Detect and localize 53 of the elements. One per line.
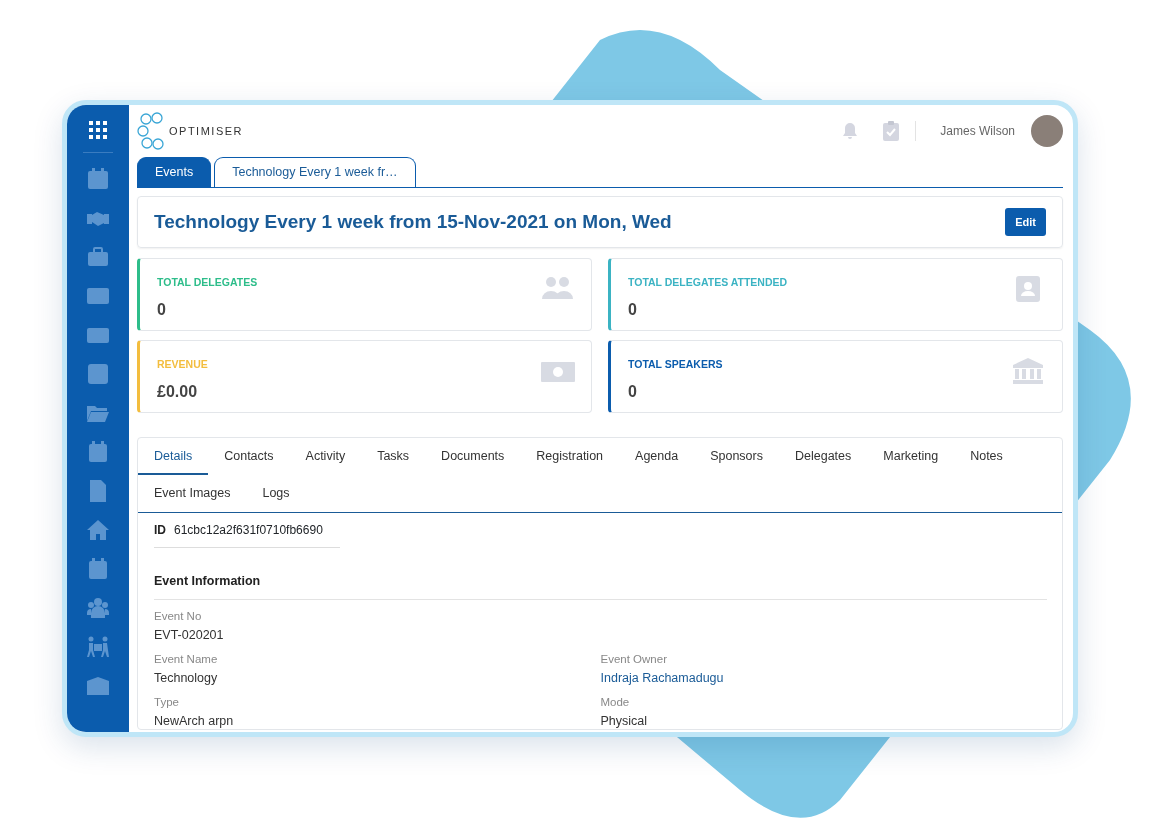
stat-label: TOTAL DELEGATES bbox=[157, 274, 258, 290]
stat-label: TOTAL SPEAKERS bbox=[628, 356, 723, 372]
calendar-icon[interactable] bbox=[87, 558, 109, 580]
id-label: ID bbox=[154, 521, 166, 539]
stat-value: 0 bbox=[628, 299, 638, 320]
people-carrying-box-icon[interactable] bbox=[87, 636, 109, 658]
stat-label: REVENUE bbox=[157, 356, 208, 372]
section-title: Event Information bbox=[154, 571, 1047, 600]
tab[interactable]: Documents bbox=[425, 437, 521, 475]
field-label: Event Name bbox=[154, 651, 219, 666]
tab[interactable]: Registration bbox=[520, 437, 620, 475]
tab[interactable]: Details bbox=[138, 437, 209, 475]
briefcase-icon[interactable] bbox=[87, 246, 109, 268]
avatar[interactable] bbox=[1031, 115, 1063, 147]
id-value: 61cbc12a2f631f0710fb6690 bbox=[174, 521, 323, 539]
calendar-icon[interactable] bbox=[87, 441, 109, 463]
stat-value: £0.00 bbox=[157, 381, 199, 402]
document-icon[interactable] bbox=[87, 480, 109, 502]
people-icon[interactable] bbox=[87, 597, 109, 619]
tab[interactable]: Delegates bbox=[778, 437, 868, 475]
field-label: Event No bbox=[154, 608, 203, 623]
page-title: Technology Every 1 week from 15-Nov-2021 on Mon, Wed bbox=[154, 209, 672, 234]
grid-icon[interactable] bbox=[87, 119, 109, 141]
field-value: Technology bbox=[154, 669, 219, 686]
calendar-icon[interactable] bbox=[87, 168, 109, 190]
stat-value: 0 bbox=[157, 299, 167, 320]
stat-label: TOTAL DELEGATES ATTENDED bbox=[628, 274, 788, 290]
clipboard-check-icon[interactable] bbox=[883, 121, 900, 141]
stat-value: 0 bbox=[628, 381, 638, 402]
tab[interactable]: Marketing bbox=[867, 437, 955, 475]
bank-icon bbox=[1012, 356, 1046, 385]
edit-button[interactable]: Edit bbox=[1005, 207, 1046, 236]
field-label: Event Owner bbox=[600, 651, 668, 666]
tab[interactable]: Logs bbox=[246, 474, 306, 512]
bell-icon[interactable] bbox=[841, 122, 860, 140]
field-label: Type bbox=[154, 694, 180, 709]
field-label: Mode bbox=[600, 694, 631, 709]
house-icon[interactable] bbox=[87, 519, 109, 541]
field-value: Physical bbox=[600, 712, 649, 729]
tab[interactable]: Activity bbox=[289, 437, 362, 475]
tab[interactable]: Sponsors bbox=[694, 437, 779, 475]
user-name[interactable]: James Wilson bbox=[940, 122, 1015, 140]
field-value: NewArch arpn bbox=[154, 712, 235, 729]
tab[interactable]: Event Images bbox=[138, 474, 247, 512]
logo-text: OPTIMISER bbox=[169, 123, 243, 139]
field-value: EVT-020201 bbox=[154, 626, 225, 643]
owner-link[interactable]: Indraja Rachamadugu bbox=[600, 669, 1047, 686]
tab[interactable]: Technology Every 1 week fr… bbox=[214, 157, 416, 187]
tab[interactable]: Tasks bbox=[361, 437, 426, 475]
tab[interactable]: Notes bbox=[954, 437, 1019, 475]
tab[interactable]: Agenda bbox=[619, 437, 695, 475]
tab[interactable]: Events bbox=[137, 157, 212, 187]
tab[interactable]: Contacts bbox=[208, 437, 290, 475]
